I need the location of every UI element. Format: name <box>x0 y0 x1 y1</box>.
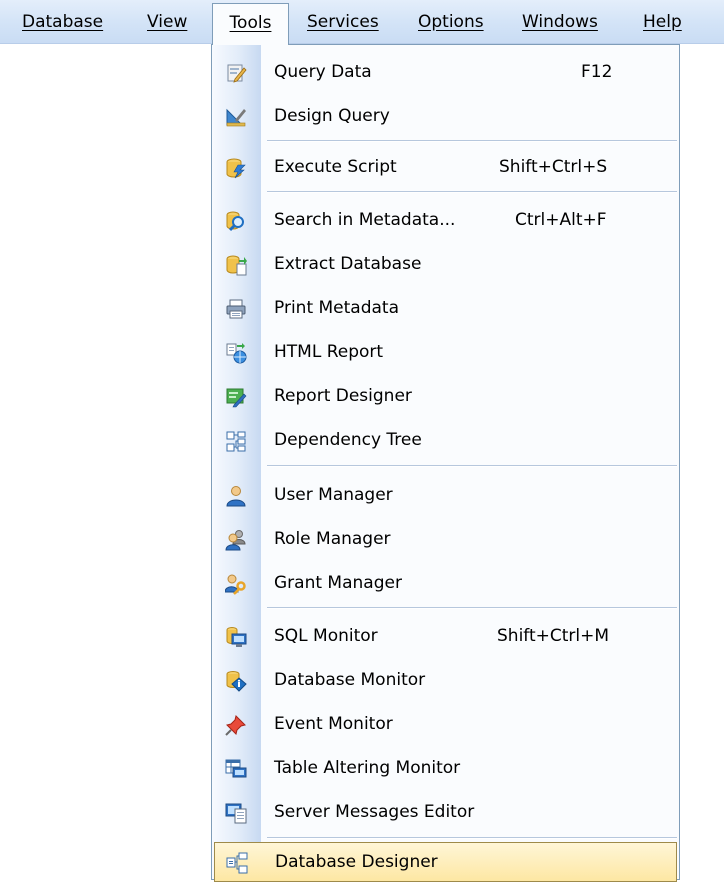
grant-key-icon <box>225 573 247 595</box>
menu-item-grant-manager[interactable]: Grant Manager <box>212 561 679 605</box>
menu-separator <box>267 191 677 193</box>
menu-item-dependency-tree[interactable]: Dependency Tree <box>212 418 679 462</box>
menu-item-server-messages-editor[interactable]: Server Messages Editor <box>212 790 679 834</box>
menu-windows[interactable]: Windows <box>522 0 598 44</box>
dependency-tree-icon <box>225 430 247 452</box>
menu-item-report-designer[interactable]: Report Designer <box>212 374 679 418</box>
menu-item-execute-script[interactable]: Execute Script Shift+Ctrl+S <box>212 145 679 189</box>
menu-view[interactable]: View <box>147 0 187 44</box>
menu-separator <box>267 465 677 467</box>
report-designer-icon <box>225 386 247 408</box>
role-icon <box>225 529 247 551</box>
menu-item-database-designer[interactable]: Database Designer <box>214 842 677 882</box>
design-query-icon <box>225 106 247 128</box>
event-pin-icon <box>225 714 247 736</box>
database-info-icon <box>225 670 247 692</box>
menu-separator <box>267 837 677 839</box>
sql-monitor-icon <box>225 626 247 648</box>
database-designer-icon <box>226 852 248 874</box>
html-report-icon <box>225 342 247 364</box>
menu-separator <box>267 607 677 609</box>
search-metadata-icon <box>225 210 247 232</box>
table-monitor-icon <box>225 758 247 780</box>
menu-tools[interactable]: Tools <box>212 3 289 45</box>
tools-dropdown-menu: Query Data F12 Design Query Execute Scri… <box>211 44 680 882</box>
menu-bar: Database View Tools Services Options Win… <box>0 0 724 45</box>
menu-item-query-data[interactable]: Query Data F12 <box>212 50 679 94</box>
menu-item-print-metadata[interactable]: Print Metadata <box>212 286 679 330</box>
menu-item-table-altering-monitor[interactable]: Table Altering Monitor <box>212 746 679 790</box>
menu-item-sql-monitor[interactable]: SQL Monitor Shift+Ctrl+M <box>212 614 679 658</box>
execute-script-icon <box>225 157 247 179</box>
server-messages-icon <box>225 802 247 824</box>
menu-item-html-report[interactable]: HTML Report <box>212 330 679 374</box>
menu-item-extract-database[interactable]: Extract Database <box>212 242 679 286</box>
menu-item-event-monitor[interactable]: Event Monitor <box>212 702 679 746</box>
user-icon <box>225 485 247 507</box>
menu-help[interactable]: Help <box>643 0 682 44</box>
printer-icon <box>225 298 247 320</box>
menu-item-role-manager[interactable]: Role Manager <box>212 517 679 561</box>
extract-database-icon <box>225 254 247 276</box>
menu-item-search-metadata[interactable]: Search in Metadata... Ctrl+Alt+F <box>212 198 679 242</box>
menu-item-design-query[interactable]: Design Query <box>212 94 679 138</box>
menu-separator <box>267 140 677 142</box>
menu-services[interactable]: Services <box>307 0 379 44</box>
query-data-icon <box>225 62 247 84</box>
menu-options[interactable]: Options <box>418 0 484 44</box>
menu-database[interactable]: Database <box>22 0 103 44</box>
menu-item-database-monitor[interactable]: Database Monitor <box>212 658 679 702</box>
menu-item-user-manager[interactable]: User Manager <box>212 473 679 517</box>
